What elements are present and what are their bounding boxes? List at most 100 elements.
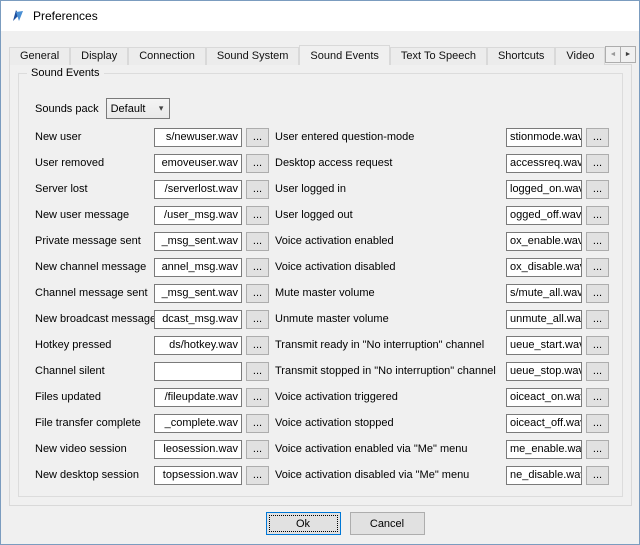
browse-button[interactable]: ... [586,362,609,381]
sound-file-input[interactable]: ds/hotkey.wav [154,336,242,355]
sound-event-label: File transfer complete [35,417,154,429]
browse-button[interactable]: ... [246,466,269,485]
sound-file-input[interactable]: stionmode.wav [506,128,582,147]
sound-event-label: Channel silent [35,365,154,377]
sound-event-label: Hotkey pressed [35,339,154,351]
sound-event-label: Voice activation enabled via "Me" menu [275,443,506,455]
browse-button[interactable]: ... [586,414,609,433]
browse-button[interactable]: ... [246,284,269,303]
tab-shortcuts[interactable]: Shortcuts [487,47,555,65]
tab-connection[interactable]: Connection [128,47,206,65]
browse-button[interactable]: ... [586,440,609,459]
sound-event-row: Unmute master volume unmute_all.wav ... [275,306,609,332]
browse-button[interactable]: ... [246,388,269,407]
groupbox-title: Sound Events [27,66,104,81]
ok-button[interactable]: Ok [266,512,341,535]
sounds-pack-row: Sounds pack Default ▾ [35,98,170,119]
sound-file-input[interactable]: me_enable.wav [506,440,582,459]
sound-event-row: User logged out ogged_off.wav ... [275,202,609,228]
browse-button[interactable]: ... [246,362,269,381]
browse-button[interactable]: ... [246,336,269,355]
browse-button[interactable]: ... [246,128,269,147]
sound-events-groupbox: Sound Events Sounds pack Default ▾ New u… [18,73,623,497]
sound-file-input[interactable]: accessreq.wav [506,154,582,173]
sound-event-label: New user [35,131,154,143]
sound-file-input[interactable]: ogged_off.wav [506,206,582,225]
browse-button[interactable]: ... [586,128,609,147]
sound-file-input[interactable] [154,362,242,381]
sound-file-input[interactable]: /serverlost.wav [154,180,242,199]
sound-event-row: Channel silent ... [35,358,269,384]
sounds-pack-label: Sounds pack [35,103,99,115]
browse-button[interactable]: ... [246,206,269,225]
sound-file-input[interactable]: leosession.wav [154,440,242,459]
sound-event-label: New broadcast message [35,313,154,325]
tab-video[interactable]: Video [555,47,605,65]
sound-event-label: Desktop access request [275,157,506,169]
tab-scroller: ◄ ► [605,46,636,63]
browse-button[interactable]: ... [586,310,609,329]
sound-file-input[interactable]: /fileupdate.wav [154,388,242,407]
tab-scroll-right-icon[interactable]: ► [620,46,636,63]
sound-file-input[interactable]: logged_on.wav [506,180,582,199]
cancel-button[interactable]: Cancel [350,512,425,535]
sound-file-input[interactable]: ueue_start.wav [506,336,582,355]
browse-button[interactable]: ... [586,258,609,277]
sound-file-input[interactable]: /user_msg.wav [154,206,242,225]
browse-button[interactable]: ... [246,180,269,199]
sound-event-row: Voice activation enabled ox_enable.wav .… [275,228,609,254]
tab-text-to-speech[interactable]: Text To Speech [390,47,487,65]
sound-file-input[interactable]: _complete.wav [154,414,242,433]
sound-event-label: User logged in [275,183,506,195]
browse-button[interactable]: ... [586,154,609,173]
sound-event-label: Server lost [35,183,154,195]
sound-file-input[interactable]: dcast_msg.wav [154,310,242,329]
browse-button[interactable]: ... [246,414,269,433]
sound-file-input[interactable]: ne_disable.wav [506,466,582,485]
sound-file-input[interactable]: ox_disable.wav [506,258,582,277]
sound-file-input[interactable]: s/mute_all.wav [506,284,582,303]
browse-button[interactable]: ... [586,336,609,355]
sound-file-input[interactable]: ueue_stop.wav [506,362,582,381]
sound-file-input[interactable]: oiceact_on.wav [506,388,582,407]
browse-button[interactable]: ... [586,284,609,303]
sound-event-label: User entered question-mode [275,131,506,143]
sound-event-label: Transmit stopped in "No interruption" ch… [275,365,506,377]
sound-event-row: New broadcast message dcast_msg.wav ... [35,306,269,332]
sound-file-input[interactable]: s/newuser.wav [154,128,242,147]
browse-button[interactable]: ... [586,232,609,251]
sound-event-row: Mute master volume s/mute_all.wav ... [275,280,609,306]
browse-button[interactable]: ... [586,388,609,407]
app-icon [10,8,26,24]
sound-file-input[interactable]: emoveuser.wav [154,154,242,173]
sound-file-input[interactable]: unmute_all.wav [506,310,582,329]
browse-button[interactable]: ... [246,440,269,459]
sound-event-row: Hotkey pressed ds/hotkey.wav ... [35,332,269,358]
sounds-pack-select[interactable]: Default ▾ [106,98,170,119]
sound-event-label: Private message sent [35,235,154,247]
sound-event-label: Transmit ready in "No interruption" chan… [275,339,506,351]
sound-file-input[interactable]: topsession.wav [154,466,242,485]
tab-general[interactable]: General [9,47,70,65]
dialog-button-row: Ok Cancel [1,512,639,535]
sound-file-input[interactable]: _msg_sent.wav [154,232,242,251]
sound-events-right-column: User entered question-mode stionmode.wav… [275,124,609,488]
tab-sound-system[interactable]: Sound System [206,47,300,65]
tab-sound-events[interactable]: Sound Events [299,45,390,65]
tab-scroll-left-icon[interactable]: ◄ [605,46,621,63]
browse-button[interactable]: ... [246,232,269,251]
tab-display[interactable]: Display [70,47,128,65]
sound-file-input[interactable]: _msg_sent.wav [154,284,242,303]
sound-event-label: User removed [35,157,154,169]
browse-button[interactable]: ... [586,206,609,225]
sound-event-row: Voice activation disabled ox_disable.wav… [275,254,609,280]
sound-file-input[interactable]: ox_enable.wav [506,232,582,251]
sound-file-input[interactable]: oiceact_off.wav [506,414,582,433]
browse-button[interactable]: ... [246,258,269,277]
browse-button[interactable]: ... [586,180,609,199]
browse-button[interactable]: ... [586,466,609,485]
browse-button[interactable]: ... [246,154,269,173]
browse-button[interactable]: ... [246,310,269,329]
sound-event-row: New desktop session topsession.wav ... [35,462,269,488]
sound-file-input[interactable]: annel_msg.wav [154,258,242,277]
